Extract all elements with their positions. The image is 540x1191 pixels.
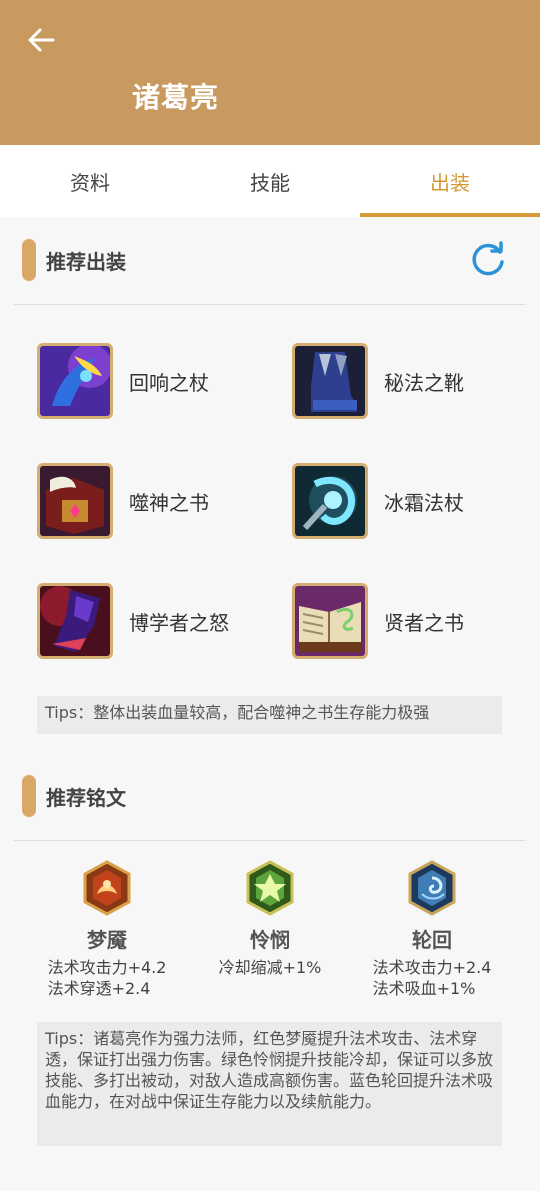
tab-bar: 资料 技能 出装 [0, 145, 540, 217]
green-rune-icon [246, 860, 294, 916]
tab-equipment[interactable]: 出装 [360, 145, 540, 217]
echo-staff-icon [37, 343, 113, 419]
equipment-item[interactable]: 贤者之书 [292, 583, 464, 659]
frost-staff-icon [292, 463, 368, 539]
red-rune-icon [83, 860, 131, 916]
equipment-item[interactable]: 回响之杖 [37, 343, 209, 419]
rune-name: 梦魇 [87, 928, 127, 952]
equipment-item[interactable]: 冰霜法杖 [292, 463, 464, 539]
equipment-item[interactable]: 秘法之靴 [292, 343, 464, 419]
back-button[interactable] [22, 22, 60, 58]
equipment-section-header: 推荐出装 [22, 237, 522, 283]
equipment-item-name: 回响之杖 [129, 370, 209, 395]
rune-stat: 法术攻击力+2.4 [372, 958, 492, 977]
sages-book-icon [292, 583, 368, 659]
runes-section-title: 推荐铭文 [46, 785, 126, 810]
runes-section-header: 推荐铭文 [22, 773, 522, 819]
arrow-left-icon [28, 28, 55, 52]
rune-stats: 法术攻击力+2.4 法术吸血+1% [373, 957, 492, 999]
blue-rune-icon [408, 860, 456, 916]
section-accent-bar [22, 775, 36, 817]
rune-stat: 法术穿透+2.4 [47, 979, 151, 998]
arcane-boots-icon [292, 343, 368, 419]
rune-name: 轮回 [412, 928, 452, 952]
app-header: 诸葛亮 [0, 0, 540, 145]
rune-item[interactable]: 怜悯 冷却缩减+1% [185, 860, 355, 978]
tab-profile[interactable]: 资料 [0, 145, 180, 217]
rune-stat: 法术攻击力+4.2 [47, 958, 167, 977]
equipment-item[interactable]: 博学者之怒 [37, 583, 229, 659]
rune-name: 怜悯 [250, 928, 290, 952]
tab-skills[interactable]: 技能 [180, 145, 360, 217]
equipment-section-title: 推荐出装 [46, 249, 126, 274]
equipment-item-name: 贤者之书 [384, 610, 464, 635]
section-accent-bar [22, 239, 36, 281]
divider [14, 840, 525, 841]
rune-item[interactable]: 梦魇 法术攻击力+4.2 法术穿透+2.4 [22, 860, 192, 999]
equipment-item-name: 噬神之书 [129, 490, 209, 515]
divider [14, 304, 525, 305]
page-title: 诸葛亮 [132, 81, 220, 114]
rune-stat: 冷却缩减+1% [218, 958, 322, 977]
rune-stats: 法术攻击力+4.2 法术穿透+2.4 [48, 957, 167, 999]
refresh-icon[interactable] [468, 240, 508, 280]
god-devouring-book-icon [37, 463, 113, 539]
rune-stat: 法术吸血+1% [372, 979, 476, 998]
runes-tips: Tips：诸葛亮作为强力法师，红色梦魇提升法术攻击、法术穿透，保证打出强力伤害。… [37, 1022, 502, 1146]
equipment-item[interactable]: 噬神之书 [37, 463, 209, 539]
equipment-item-name: 冰霜法杖 [384, 490, 464, 515]
rune-stats: 冷却缩减+1% [219, 957, 322, 978]
equipment-item-name: 博学者之怒 [129, 610, 229, 635]
rune-item[interactable]: 轮回 法术攻击力+2.4 法术吸血+1% [347, 860, 517, 999]
equipment-tips: Tips：整体出装血量较高，配合噬神之书生存能力极强 [37, 696, 502, 734]
equipment-item-name: 秘法之靴 [384, 370, 464, 395]
scholars-fury-icon [37, 583, 113, 659]
